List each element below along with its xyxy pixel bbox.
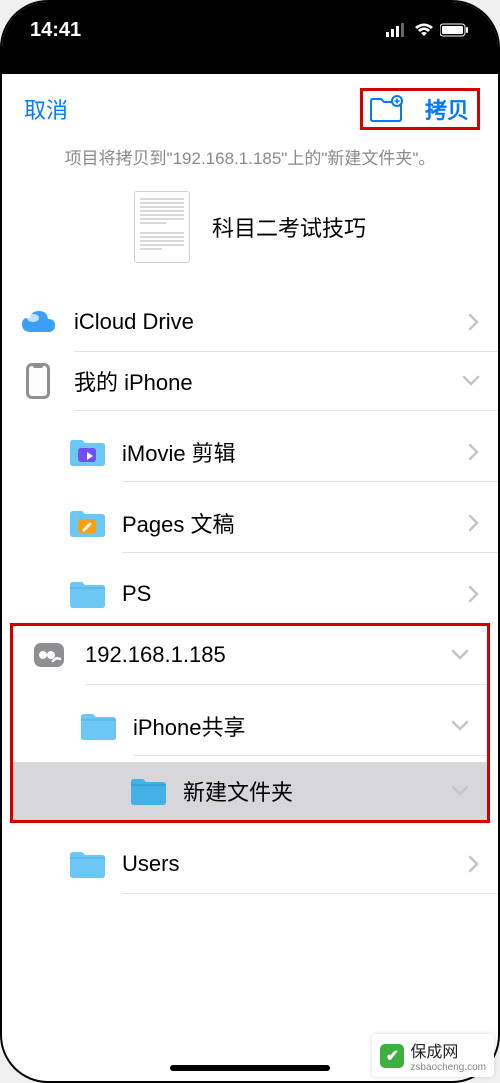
watermark: ✔ 保成网 zsbaocheng.com	[372, 1034, 494, 1077]
folder-icon	[129, 775, 167, 807]
location-list: iCloud Drive 我的 iPhone iMovie 剪辑	[2, 293, 498, 894]
folder-imovie[interactable]: iMovie 剪辑	[2, 423, 498, 481]
folder-pages[interactable]: Pages 文稿	[2, 494, 498, 552]
folder-users[interactable]: Users	[2, 835, 498, 893]
watermark-url: zsbaocheng.com	[410, 1062, 486, 1073]
chevron-right-icon	[468, 585, 480, 603]
chevron-right-icon	[468, 514, 480, 532]
cancel-button[interactable]: 取消	[24, 93, 68, 125]
chevron-down-icon	[451, 785, 469, 797]
location-icloud[interactable]: iCloud Drive	[2, 293, 498, 351]
copy-button[interactable]: 拷贝	[425, 93, 469, 125]
server-label: 192.168.1.185	[85, 642, 451, 668]
wifi-icon	[414, 23, 434, 37]
folder-label: iMovie 剪辑	[122, 436, 468, 468]
document-thumbnail	[134, 191, 190, 263]
server-icon	[31, 639, 67, 671]
folder-new-folder[interactable]: 新建文件夹	[13, 762, 487, 820]
app-folder-icon	[68, 507, 106, 539]
chevron-right-icon	[468, 313, 480, 331]
folder-ps[interactable]: PS	[2, 565, 498, 623]
watermark-logo-icon: ✔	[380, 1044, 404, 1068]
folder-label: 新建文件夹	[183, 775, 451, 807]
nav-bar: 取消 拷贝	[2, 74, 498, 140]
home-indicator[interactable]	[170, 1065, 330, 1071]
folder-label: iPhone共享	[133, 710, 451, 742]
subtitle-text: 项目将拷贝到"192.168.1.185"上的"新建文件夹"。	[2, 140, 498, 185]
chevron-right-icon	[468, 855, 480, 873]
folder-label: Users	[122, 851, 468, 877]
watermark-name: 保成网	[410, 1038, 486, 1062]
folder-label: PS	[122, 581, 468, 607]
folder-icon	[79, 710, 117, 742]
folder-label: Pages 文稿	[122, 507, 468, 539]
folder-icon	[68, 848, 106, 880]
server-location[interactable]: 192.168.1.185	[13, 626, 487, 684]
battery-icon	[440, 23, 470, 37]
folder-iphone-share[interactable]: iPhone共享	[13, 697, 487, 755]
location-my-iphone[interactable]: 我的 iPhone	[2, 352, 498, 410]
chevron-down-icon	[451, 720, 469, 732]
chevron-down-icon	[462, 375, 480, 387]
copy-sheet: 取消 拷贝 项目将拷贝到"192.168.1.185"上的"新建文件夹"。 科目…	[2, 74, 498, 894]
app-folder-icon	[68, 436, 106, 468]
document-title: 科目二考试技巧	[212, 211, 366, 243]
signal-icon	[386, 23, 408, 37]
folder-icon	[68, 578, 106, 610]
new-folder-icon[interactable]	[369, 95, 403, 123]
location-label: iCloud Drive	[74, 309, 468, 335]
cloud-icon	[19, 308, 57, 336]
iphone-icon	[22, 361, 54, 401]
location-label: 我的 iPhone	[74, 365, 462, 397]
chevron-down-icon	[451, 649, 469, 661]
document-preview: 科目二考试技巧	[2, 185, 498, 293]
chevron-right-icon	[468, 443, 480, 461]
